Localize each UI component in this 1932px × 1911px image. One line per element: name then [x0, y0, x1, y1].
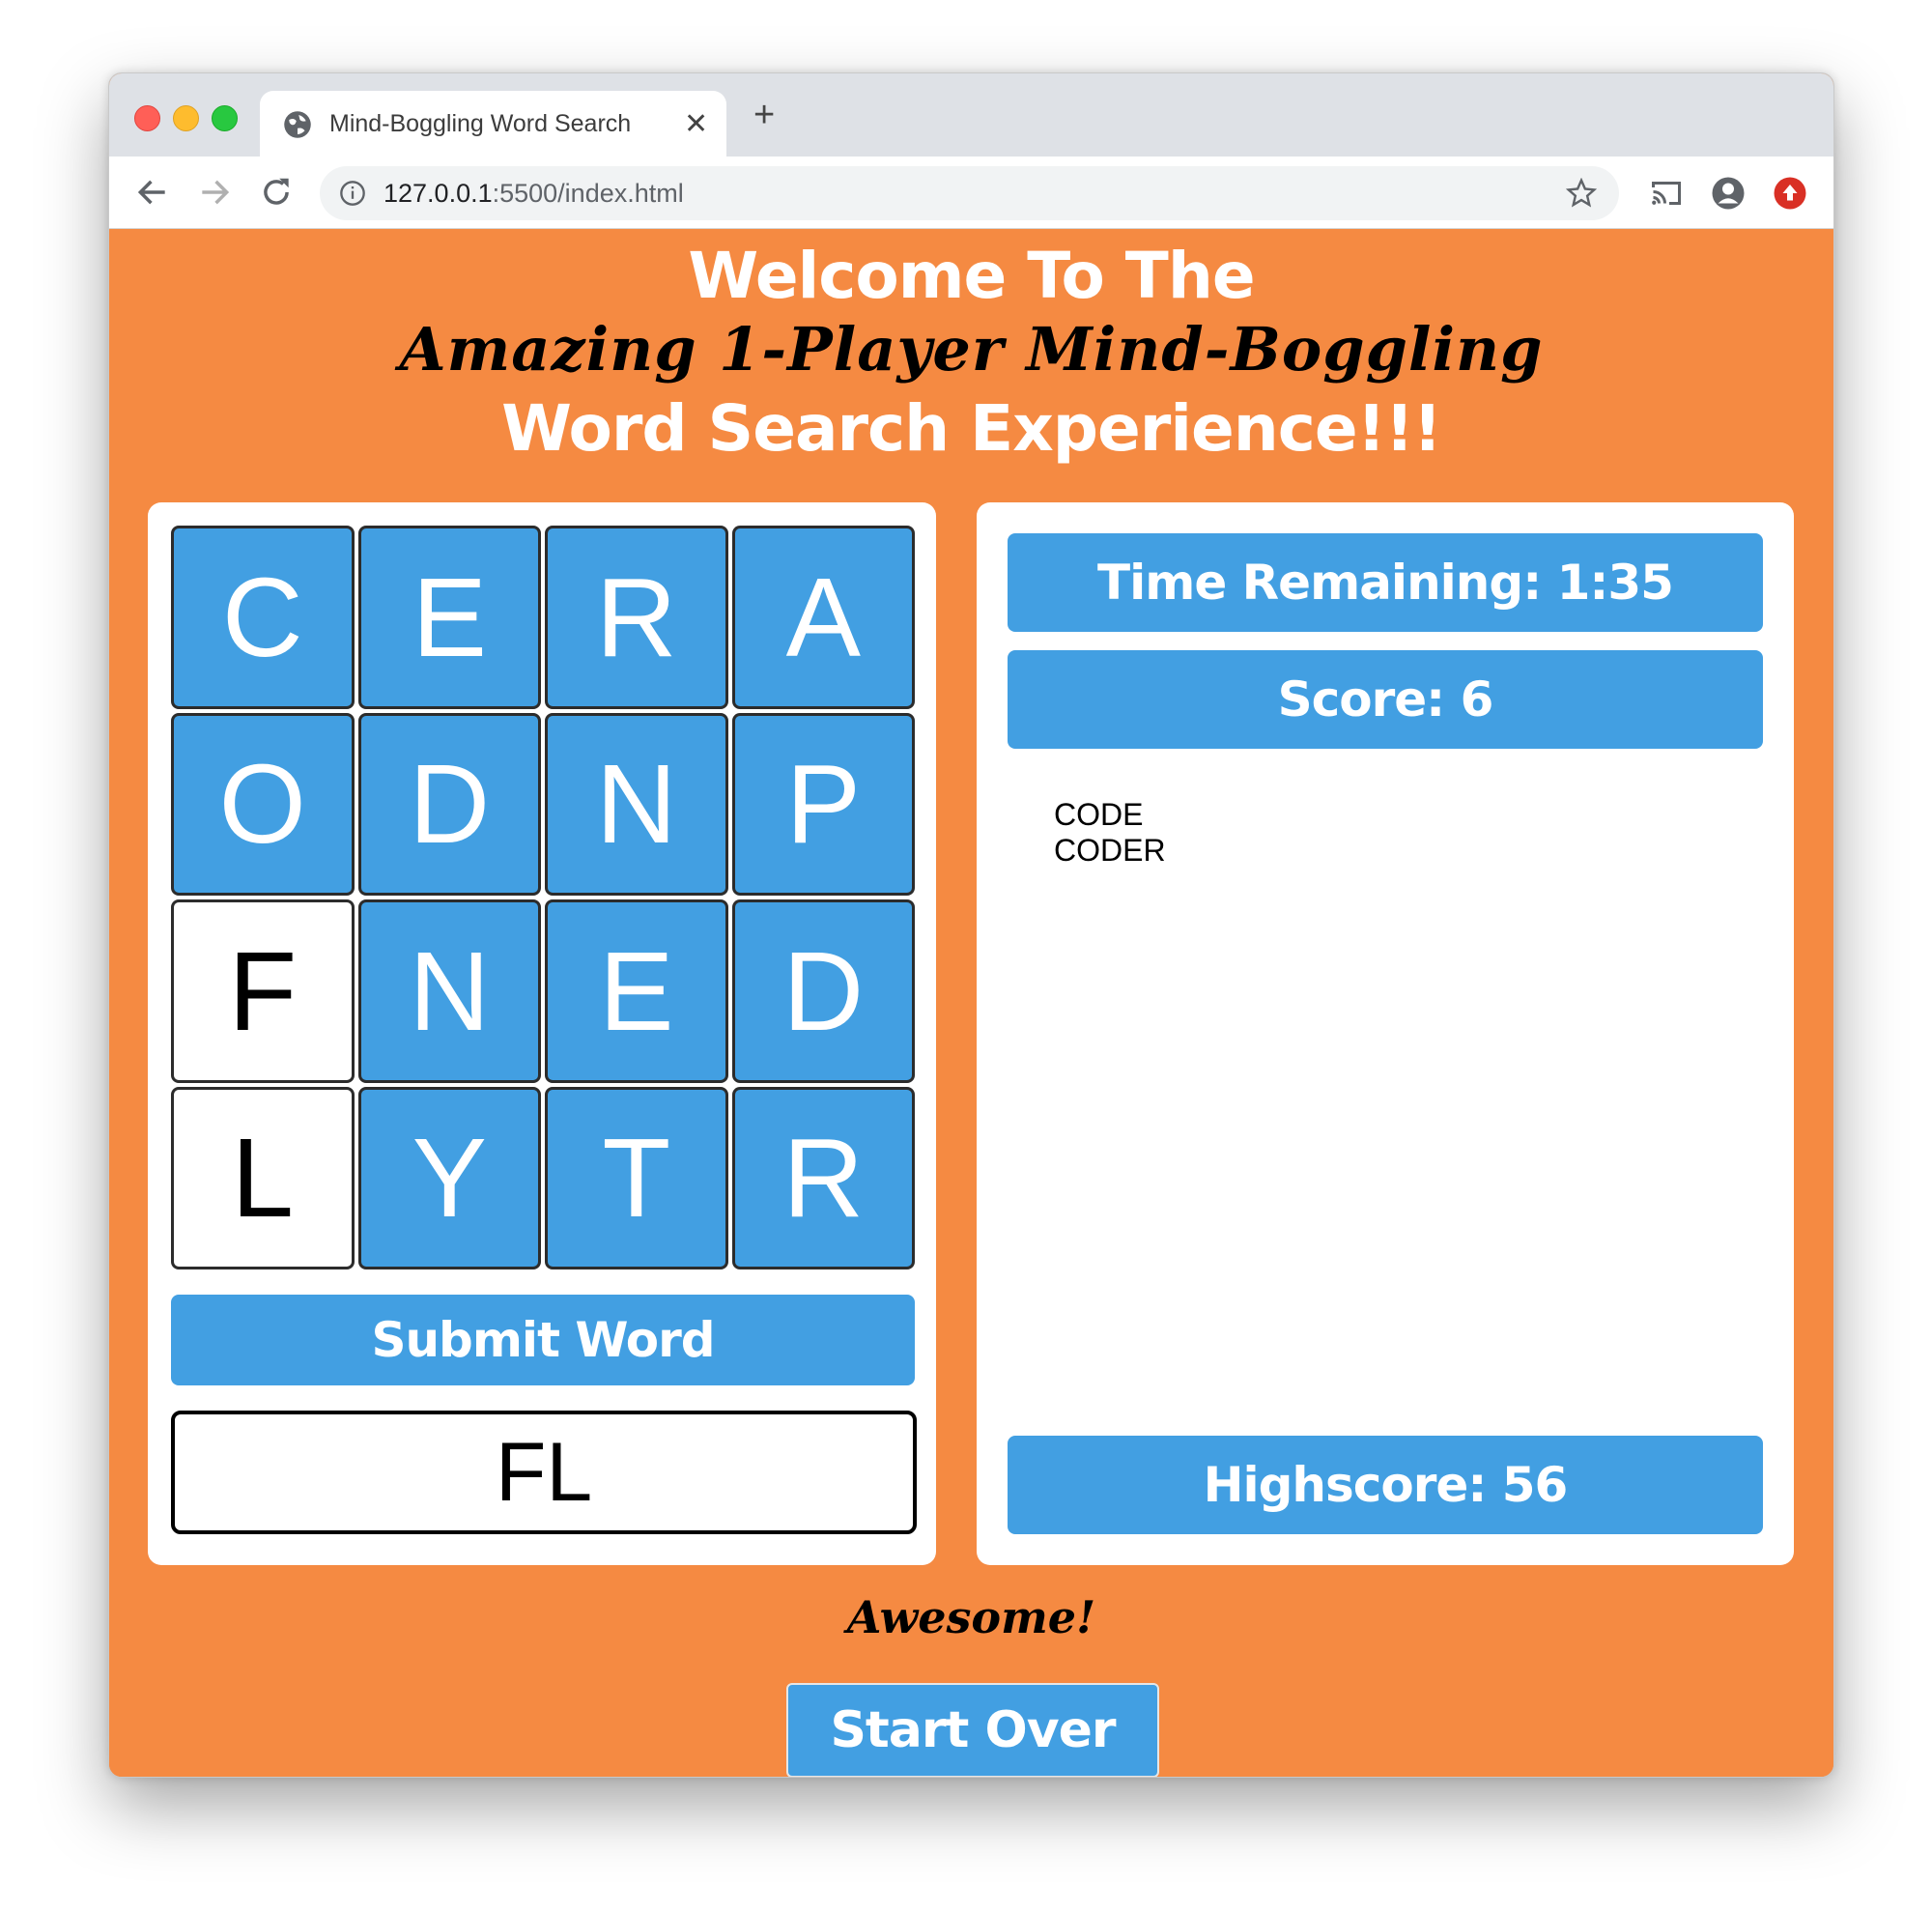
update-icon[interactable]	[1773, 176, 1807, 211]
score-display: Score: 6	[1008, 650, 1763, 749]
letter-tile[interactable]: R	[545, 526, 728, 709]
board-panel: CERAODNPFNEDLYTR Submit Word FL	[148, 502, 936, 1565]
new-tab-button[interactable]: +	[753, 95, 775, 136]
url-host: 127.0.0.1	[384, 179, 493, 208]
letter-tile[interactable]: D	[357, 712, 541, 896]
letter-tile[interactable]: N	[357, 899, 541, 1083]
letter-tile[interactable]: O	[171, 712, 355, 896]
welcome-heading: Welcome To The	[688, 239, 1255, 313]
browser-tab[interactable]: Mind-Boggling Word Search ✕	[260, 91, 726, 157]
highscore-display: Highscore: 56	[1008, 1436, 1763, 1534]
back-icon[interactable]	[134, 174, 171, 211]
letter-tile[interactable]: A	[731, 526, 915, 709]
maximize-window-button[interactable]	[212, 105, 238, 131]
found-word: CODER	[1054, 833, 1166, 868]
letter-tile[interactable]: Y	[357, 1086, 541, 1269]
stats-panel: Time Remaining: 1:35 Score: 6 CODE CODER …	[977, 502, 1794, 1565]
found-word: CODE	[1054, 797, 1144, 832]
letter-tile[interactable]: E	[545, 899, 728, 1083]
forward-icon[interactable]	[196, 174, 233, 211]
feedback-message: Awesome!	[846, 1591, 1096, 1643]
start-over-button[interactable]: Start Over	[786, 1683, 1159, 1777]
minimize-window-button[interactable]	[173, 105, 199, 131]
info-icon[interactable]	[339, 180, 366, 207]
time-remaining: Time Remaining: 1:35	[1008, 533, 1763, 632]
letter-tile[interactable]: R	[731, 1086, 915, 1269]
address-bar[interactable]: 127.0.0.1:5500/index.html	[320, 166, 1619, 220]
game-page: Welcome To The Amazing 1-Player Mind-Bog…	[109, 229, 1833, 1777]
letter-tile[interactable]: C	[171, 526, 355, 709]
letter-tile[interactable]: F	[171, 899, 355, 1083]
close-window-button[interactable]	[134, 105, 160, 131]
letter-tile[interactable]: T	[545, 1086, 728, 1269]
url-text: 127.0.0.1:5500/index.html	[384, 179, 684, 209]
profile-icon[interactable]	[1711, 176, 1746, 211]
letter-tile[interactable]: E	[357, 526, 541, 709]
letter-grid: CERAODNPFNEDLYTR	[171, 526, 915, 1269]
subtitle-heading: Amazing 1-Player Mind-Boggling	[399, 314, 1544, 385]
reload-icon[interactable]	[258, 174, 295, 211]
cast-icon[interactable]	[1649, 176, 1684, 211]
letter-tile[interactable]: N	[545, 712, 728, 896]
found-words-list: CODE CODER	[1054, 797, 1166, 869]
browser-window: Mind-Boggling Word Search ✕ + 127.0.0.1:…	[108, 72, 1834, 1778]
close-tab-icon[interactable]: ✕	[684, 107, 708, 141]
url-path: :5500/index.html	[492, 179, 684, 208]
bookmark-star-icon[interactable]	[1566, 178, 1597, 209]
tab-title: Mind-Boggling Word Search	[329, 110, 632, 137]
submit-word-button[interactable]: Submit Word	[171, 1295, 915, 1385]
letter-tile[interactable]: D	[731, 899, 915, 1083]
browser-toolbar: 127.0.0.1:5500/index.html	[109, 157, 1833, 229]
tab-bar: Mind-Boggling Word Search ✕ +	[109, 73, 1833, 157]
experience-heading: Word Search Experience!!!	[501, 391, 1442, 466]
letter-tile[interactable]: L	[171, 1086, 355, 1269]
letter-tile[interactable]: P	[731, 712, 915, 896]
globe-icon	[284, 111, 311, 138]
current-word-display: FL	[171, 1411, 917, 1534]
